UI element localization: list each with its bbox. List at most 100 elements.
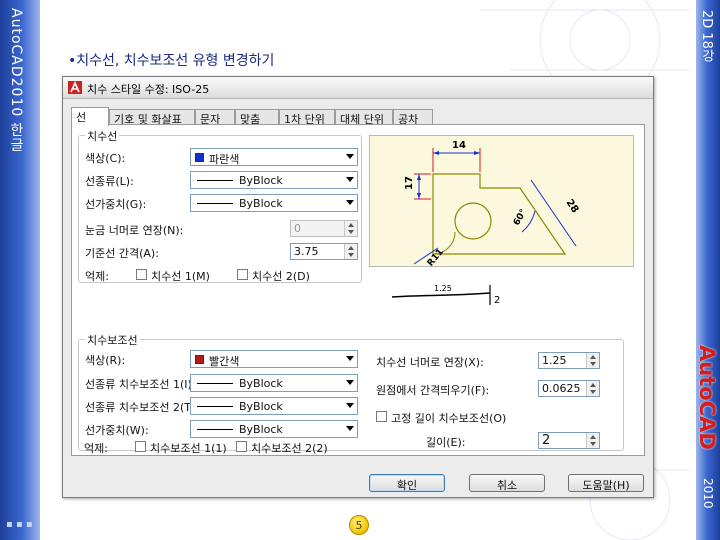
suppress-dim-line-2-checkbox[interactable] [237, 269, 248, 280]
help-button[interactable]: 도움말(H) [568, 474, 644, 492]
dim-extend-label: 눈금 너머로 연장(N): [85, 224, 184, 237]
line-sample-icon [197, 383, 233, 384]
spinner-buttons[interactable] [586, 433, 599, 448]
ext-color-dropdown[interactable]: 빨간색 [190, 350, 358, 368]
tab-symbols-arrows[interactable]: 기호 및 화살표 [109, 109, 195, 126]
tab-tolerances[interactable]: 공차 [393, 109, 433, 126]
fixed-length-label: 고정 길이 치수보조선(O) [391, 412, 507, 425]
dim-extend-value: 0 [294, 222, 301, 235]
ext-extend-label: 치수선 너머로 연장(X): [376, 356, 484, 369]
autocad-brand-logo: AutoCAD [695, 345, 719, 450]
slide-title: •치수선, 치수보조선 유형 변경하기 [68, 53, 275, 69]
dimension-lines-group-label: 치수선 [85, 128, 120, 144]
tab-alternate-units[interactable]: 대체 단위 [335, 109, 393, 126]
suppress-dim-line-1-checkbox[interactable] [136, 269, 147, 280]
handwritten-annotation: 1.25 2 [391, 284, 500, 306]
extension-lines-group-label: 치수보조선 [85, 332, 140, 348]
chevron-down-icon [346, 177, 354, 182]
line-sample-icon [197, 406, 233, 407]
page-number-badge: 5 [349, 515, 369, 535]
ext-linetype1-value: ByBlock [239, 377, 283, 390]
left-band-ornament: ▪ ▪ ▪ [6, 519, 33, 530]
suppress-ext-line-1-checkbox[interactable] [135, 441, 146, 452]
autocad-app-icon [68, 81, 82, 94]
spinner-buttons[interactable] [586, 353, 599, 368]
ext-linetype2-value: ByBlock [239, 400, 283, 413]
preview-drawing: 14 17 28 60° R11 [404, 140, 581, 268]
chevron-down-icon [346, 154, 354, 159]
spinner-buttons[interactable] [344, 221, 357, 236]
dimension-lines-group: 치수선 색상(C): 파란색 선종류(L): ByBlock 선가중치(G): … [78, 128, 362, 283]
chevron-down-icon [346, 426, 354, 431]
ext-linetype2-label: 선종류 치수보조선 2(T): [85, 401, 199, 414]
suppress-ext-line-2-label: 치수보조선 2(2) [251, 442, 328, 455]
dim-color-value: 파란색 [209, 153, 240, 166]
dim-lineweight-dropdown[interactable]: ByBlock [190, 194, 358, 212]
line-sample-icon [197, 429, 233, 430]
annotation-right-text: 2 [494, 295, 500, 306]
ext-offset-spinner[interactable]: 0.0625 [538, 380, 600, 397]
ext-offset-value: 0.0625 [542, 382, 581, 395]
tab-text[interactable]: 문자 [195, 109, 235, 126]
preview-dim-top: 14 [452, 140, 466, 151]
dimension-style-dialog: 치수 스타일 수정: ISO-25 선 기호 및 화살표 문자 맞춤 1차 단위… [62, 76, 654, 498]
chevron-down-icon [346, 200, 354, 205]
spinner-buttons[interactable] [344, 244, 357, 259]
part-hole [454, 202, 492, 240]
fixed-length-checkbox[interactable] [376, 411, 387, 422]
preview-dim-left: 17 [404, 176, 415, 190]
dim-color-dropdown[interactable]: 파란색 [190, 148, 358, 166]
dim-extend-spinner[interactable]: 0 [290, 220, 358, 237]
chevron-down-icon [346, 403, 354, 408]
tab-primary-units[interactable]: 1차 단위 [279, 109, 335, 126]
chevron-down-icon [346, 356, 354, 361]
annotation-left-text: 1.25 [434, 284, 452, 293]
tab-lines[interactable]: 선 [71, 107, 109, 126]
tab-fit[interactable]: 맞춤 [235, 109, 279, 126]
ext-lineweight-dropdown[interactable]: ByBlock [190, 420, 358, 438]
ext-lineweight-value: ByBlock [239, 423, 283, 436]
ext-length-value: 2 [542, 433, 551, 448]
ext-length-label: 길이(E): [426, 436, 466, 449]
dim-color-label: 색상(C): [85, 152, 126, 165]
chevron-down-icon [346, 380, 354, 385]
extension-lines-group: 치수보조선 색상(R): 빨간색 선종류 치수보조선 1(I): ByBlock… [78, 332, 624, 451]
ext-length-spinner[interactable]: 2 [538, 432, 600, 449]
preview-dim-radius: R11 [426, 247, 446, 268]
ext-extend-spinner[interactable]: 1.25 [538, 352, 600, 369]
left-side-band: AutoCAD2010 한글 ▪ ▪ ▪ [0, 0, 40, 540]
suppress-ext-line-1-label: 치수보조선 1(1) [150, 442, 227, 455]
dim-baseline-value: 3.75 [294, 245, 319, 258]
color-swatch-blue [195, 153, 204, 162]
ext-linetype2-dropdown[interactable]: ByBlock [190, 397, 358, 415]
lines-tab-panel: 치수선 색상(C): 파란색 선종류(L): ByBlock 선가중치(G): … [71, 124, 645, 456]
ok-button[interactable]: 확인 [369, 474, 445, 492]
dim-linetype-dropdown[interactable]: ByBlock [190, 171, 358, 189]
ext-extend-value: 1.25 [542, 354, 567, 367]
spinner-buttons[interactable] [586, 381, 599, 396]
left-band-label: AutoCAD2010 한글 [8, 8, 24, 153]
dim-lineweight-label: 선가중치(G): [85, 198, 147, 211]
line-sample-icon [197, 203, 233, 204]
ext-suppress-label: 억제: [84, 442, 108, 455]
color-swatch-red [195, 355, 204, 364]
suppress-ext-line-2-checkbox[interactable] [236, 441, 247, 452]
dim-linetype-value: ByBlock [239, 174, 283, 187]
dim-baseline-spinner[interactable]: 3.75 [290, 243, 358, 260]
dim-lineweight-value: ByBlock [239, 197, 283, 210]
cancel-button[interactable]: 취소 [469, 474, 545, 492]
suppress-dim-line-2-label: 치수선 2(D) [252, 270, 310, 283]
dialog-title: 치수 스타일 수정: ISO-25 [87, 83, 210, 96]
ext-offset-label: 원점에서 간격띄우기(F): [376, 384, 490, 397]
ext-color-label: 색상(R): [85, 354, 126, 367]
ext-linetype1-label: 선종류 치수보조선 1(I): [85, 378, 196, 391]
line-sample-icon [197, 180, 233, 181]
preview-dim-diag: 28 [564, 198, 581, 216]
ext-linetype1-dropdown[interactable]: ByBlock [190, 374, 358, 392]
suppress-dim-line-1-label: 치수선 1(M) [151, 270, 210, 283]
dim-suppress-label: 억제: [85, 270, 109, 283]
preview-dim-angle: 60° [512, 208, 529, 228]
dialog-titlebar[interactable]: 치수 스타일 수정: ISO-25 [63, 77, 653, 99]
lecture-number-label: 2D 18강 [699, 10, 714, 62]
brand-year-label: 2010 [701, 478, 715, 509]
